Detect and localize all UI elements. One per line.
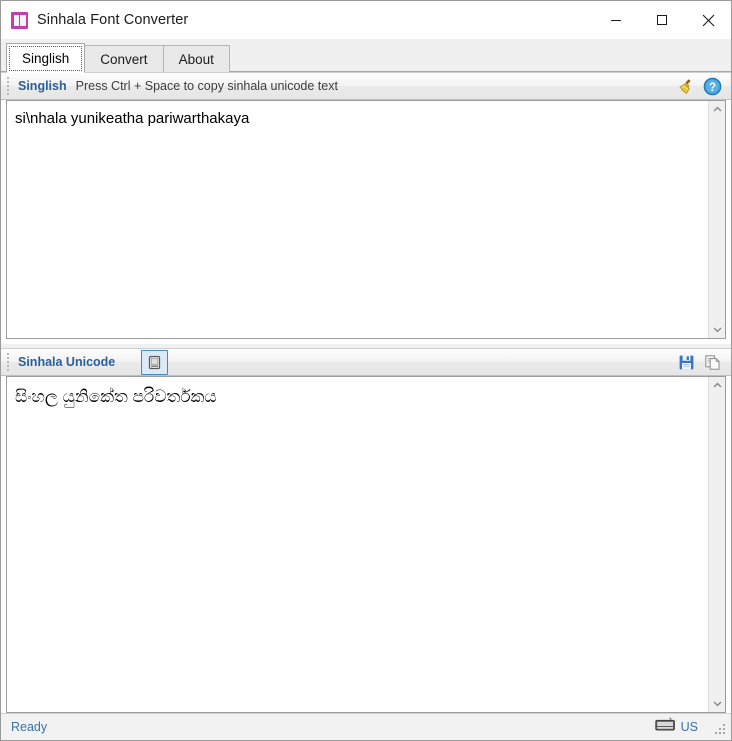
keyboard-icon — [654, 717, 676, 737]
save-icon — [678, 354, 695, 371]
window-controls — [593, 1, 731, 39]
window-title: Sinhala Font Converter — [37, 12, 189, 28]
toolbar-gripper[interactable] — [5, 76, 11, 96]
singlish-text-content[interactable]: si\nhala yunikeatha pariwarthakaya — [7, 101, 708, 338]
status-message: Ready — [11, 720, 48, 734]
client-area: Singlish Press Ctrl + Space to copy sinh… — [1, 72, 731, 713]
singlish-panel: Singlish Press Ctrl + Space to copy sinh… — [1, 72, 731, 344]
title-bar: Sinhala Font Converter — [1, 1, 731, 39]
unicode-text-content[interactable]: සිංහල යුනිකේත පරිවර්තකය — [7, 377, 708, 712]
tab-strip: Singlish Convert About — [1, 39, 731, 73]
help-button[interactable]: ? — [699, 74, 725, 98]
clear-button[interactable] — [673, 74, 699, 98]
tab-convert-label: Convert — [100, 51, 148, 67]
unicode-toolbar-gripper[interactable] — [5, 352, 11, 372]
minimize-button[interactable] — [593, 1, 639, 39]
unicode-scroll-down-arrow[interactable] — [709, 695, 726, 712]
unicode-text-value: සිංහල යුනිකේත පරිවර්තකය — [15, 387, 217, 406]
unicode-scroll-up-arrow[interactable] — [709, 377, 726, 394]
copy-button[interactable] — [699, 350, 725, 374]
unicode-toolbar: Sinhala Unicode — [1, 348, 731, 376]
resize-grip[interactable] — [712, 721, 725, 734]
status-bar: Ready US — [1, 713, 731, 740]
singlish-toolbar-label: Singlish — [18, 79, 67, 93]
tab-about-label: About — [178, 51, 214, 67]
unicode-scrollbar[interactable] — [708, 377, 725, 712]
singlish-text-value: si\nhala yunikeatha pariwarthakaya — [15, 110, 250, 127]
tab-convert[interactable]: Convert — [84, 45, 164, 72]
scroll-down-arrow[interactable] — [709, 321, 726, 338]
scroll-track[interactable] — [709, 118, 725, 321]
unicode-scroll-track[interactable] — [709, 394, 725, 695]
app-window: Sinhala Font Converter Singlish Convert … — [0, 0, 732, 741]
close-button[interactable] — [685, 1, 731, 39]
singlish-toolbar-hint: Press Ctrl + Space to copy sinhala unico… — [75, 79, 338, 93]
tab-singlish-label: Singlish — [22, 50, 70, 66]
unicode-panel: Sinhala Unicode සිංහල යුනිකේත පරිවර්තකය — [1, 348, 731, 713]
maximize-button[interactable] — [639, 1, 685, 39]
svg-text:?: ? — [708, 81, 715, 93]
help-icon: ? — [703, 77, 722, 96]
keyboard-layout-label: US — [680, 720, 698, 734]
copy-icon — [704, 354, 721, 371]
unicode-textbox[interactable]: සිංහල යුනිකේත පරිවර්තකය — [6, 376, 726, 713]
singlish-textbox[interactable]: si\nhala yunikeatha pariwarthakaya — [6, 100, 726, 339]
broom-icon — [677, 77, 696, 96]
monitor-icon — [146, 354, 163, 371]
view-toggle-button[interactable] — [141, 349, 169, 375]
unicode-toolbar-label: Sinhala Unicode — [18, 355, 116, 369]
save-button[interactable] — [673, 350, 699, 374]
tab-singlish[interactable]: Singlish — [6, 43, 86, 73]
scroll-up-arrow[interactable] — [709, 101, 726, 118]
tab-about[interactable]: About — [162, 45, 230, 72]
singlish-scrollbar[interactable] — [708, 101, 725, 338]
singlish-toolbar: Singlish Press Ctrl + Space to copy sinh… — [1, 72, 731, 100]
app-icon — [11, 11, 28, 29]
